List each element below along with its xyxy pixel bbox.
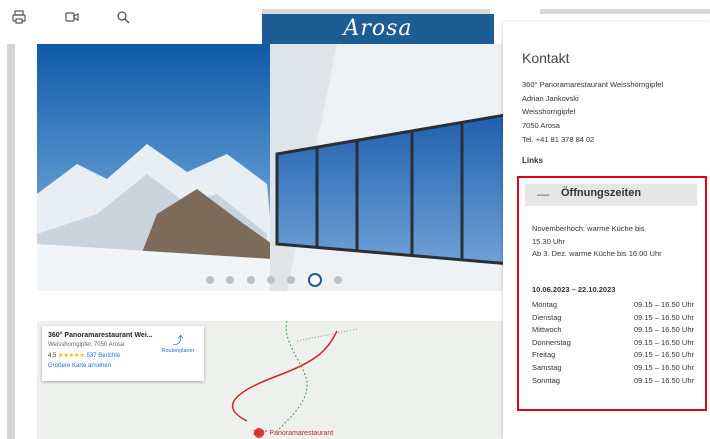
carousel-dot[interactable] (267, 275, 275, 284)
map-embed[interactable]: 360° Panoramarestaurant Wei... Weisshorn… (37, 321, 511, 439)
carousel-dot[interactable] (226, 275, 235, 284)
contact-line: 7050 Arosa (522, 121, 560, 131)
carousel-dot[interactable] (246, 275, 255, 284)
hours-row: Montag 09.15 – 16.50 Uhr (532, 299, 694, 312)
contact-title: Kontakt (522, 50, 570, 66)
top-divider-right (540, 9, 710, 14)
hours-row: Sonntag 09.15 – 16.50 Uhr (532, 375, 694, 388)
hours-note: Ab 3. Dez. warme Küche bis 16.00 Uhr (532, 249, 662, 259)
search-icon[interactable] (114, 10, 132, 28)
hero-carousel[interactable] (37, 44, 511, 291)
brand-logo[interactable]: Arosa (262, 14, 494, 44)
reviews-link[interactable]: 537 Berichte (87, 353, 121, 359)
hours-row: Donnerstag 09.15 – 16.50 Uhr (532, 337, 694, 350)
hours-day: Dienstag (532, 312, 562, 322)
hours-time: 09.15 – 16.50 Uhr (633, 362, 694, 372)
carousel-dot[interactable] (205, 275, 214, 284)
hours-note: 15.30 Uhr (532, 236, 565, 246)
hours-time: 09.15 – 16.50 Uhr (633, 375, 694, 385)
top-toolbar (0, 0, 262, 44)
hero-image (37, 44, 511, 291)
hours-note: Novemberhoch: warme Küche bis (532, 224, 645, 233)
contact-line: 360° Panoramarestaurant Weisshorngipfel (522, 80, 664, 89)
place-card: 360° Panoramarestaurant Wei... Weisshorn… (42, 326, 204, 381)
contact-phone[interactable]: Tel. +41 81 378 84 02 (522, 133, 663, 147)
larger-map-link[interactable]: Größere Karte ansehen (48, 363, 198, 369)
route-planner-label: Routenplaner (161, 348, 195, 354)
map-marker-label[interactable]: 360° Panoramarestaurant (253, 430, 333, 437)
contact-sidebar: Kontakt 360° Panoramarestaurant Weisshor… (503, 22, 710, 439)
hours-row: Dienstag 09.15 – 16.50 Uhr (532, 312, 694, 325)
hours-day: Donnerstag (532, 337, 571, 347)
rating-value: 4,5 (48, 353, 57, 359)
hours-time: 09.15 – 16.50 Uhr (633, 325, 694, 335)
hours-time: 09.15 – 16.50 Uhr (633, 312, 694, 322)
video-icon[interactable] (63, 10, 81, 28)
hours-row: Samstag 09.15 – 16.50 Uhr (532, 362, 694, 375)
collapse-icon: — (537, 187, 549, 201)
carousel-dots (37, 271, 511, 289)
hours-table: Montag 09.15 – 16.50 Uhr Dienstag 09.15 – … (532, 299, 694, 387)
directions-icon: ⤴ (172, 335, 184, 347)
print-icon[interactable] (10, 10, 28, 28)
hours-day: Freitag (532, 350, 556, 360)
carousel-dot-active[interactable] (307, 272, 322, 287)
hours-period: 10.06.2023 – 22.10.2023 (532, 285, 616, 294)
contact-line: Weisshorngipfel (522, 107, 576, 117)
scroll-rail[interactable] (7, 44, 15, 439)
hours-notes: Novemberhoch: warme Küche bis 15.30 Uhr … (532, 223, 697, 261)
hours-day: Montag (532, 300, 558, 309)
carousel-dot[interactable] (334, 275, 343, 284)
top-divider (262, 9, 490, 14)
route-planner-button[interactable]: ⤴ Routenplaner (158, 332, 198, 354)
links-heading: Links (522, 156, 543, 165)
opening-hours-toggle[interactable]: — Öffnungszeiten (525, 184, 697, 206)
opening-hours-title: Öffnungszeiten (561, 187, 642, 199)
hours-time: 09.15 – 16.50 Uhr (633, 350, 694, 360)
hours-day: Mittwoch (532, 325, 562, 335)
hours-day: Sonntag (532, 375, 560, 385)
contact-details: 360° Panoramarestaurant Weisshorngipfel … (522, 78, 663, 147)
hours-time: 09.15 – 16.50 Uhr (633, 337, 694, 347)
contact-line: Adrian Jankovski (522, 93, 579, 103)
hours-row: Mittwoch 09.15 – 16.50 Uhr (532, 324, 694, 337)
rating-stars: ★★★★★ (58, 353, 85, 359)
hours-time: 09.15 – 16.50 Uhr (633, 300, 694, 309)
carousel-dot[interactable] (287, 275, 296, 284)
hours-day: Samstag (532, 362, 562, 372)
opening-hours-panel: — Öffnungszeiten Novemberhoch: warme Küc… (517, 176, 707, 411)
hours-row: Freitag 09.15 – 16.50 Uhr (532, 349, 694, 362)
